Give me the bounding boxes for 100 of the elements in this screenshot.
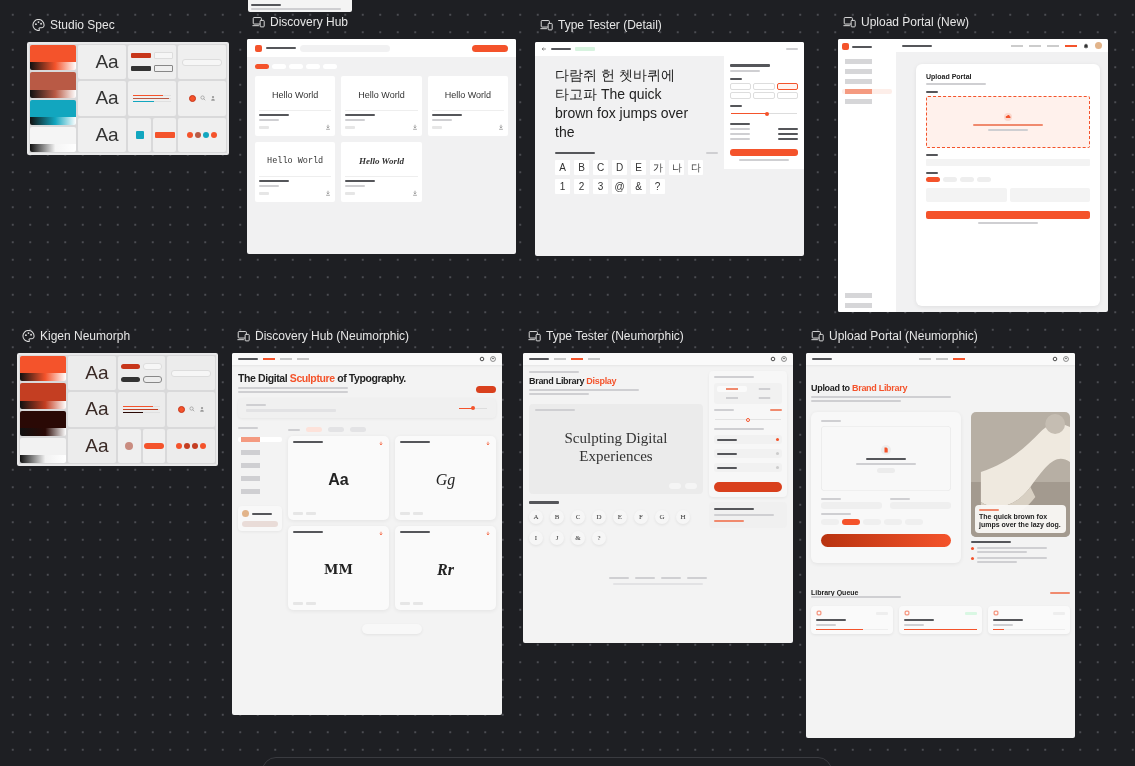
frame-title[interactable]: Upload Portal (New) [861, 15, 970, 29]
add-button[interactable] [472, 44, 508, 52]
tester-canvas[interactable]: Sculpting Digital Experiences [529, 404, 703, 494]
upload-button[interactable] [242, 521, 278, 527]
download-button[interactable] [714, 482, 782, 492]
font-card[interactable]: Hello World [255, 76, 336, 136]
user-icon[interactable] [781, 356, 787, 362]
download-icon[interactable] [378, 531, 384, 537]
circle-icon[interactable] [192, 442, 199, 449]
frame-title[interactable]: Type Tester (Neumorphic) [546, 329, 684, 343]
complete-upload-button[interactable] [821, 534, 951, 547]
footer-link[interactable] [635, 577, 655, 579]
download-icon[interactable] [411, 124, 418, 130]
user-icon[interactable] [209, 95, 216, 102]
frame-title[interactable]: Type Tester (Detail) [558, 18, 662, 32]
footer-link[interactable] [687, 577, 707, 579]
design-frame[interactable]: Hello World Hello World Hello World Hello World Hello World [247, 39, 516, 254]
glyph-tile[interactable]: 가 [650, 160, 665, 175]
toggle-dot[interactable] [776, 466, 779, 469]
frame-title[interactable]: Kigen Neumorph [40, 329, 131, 343]
drop-zone[interactable] [926, 96, 1090, 148]
user-icon[interactable] [1063, 356, 1069, 362]
glyph-tile[interactable]: 1 [555, 179, 570, 194]
font-card[interactable]: Rr [395, 526, 496, 610]
font-card[interactable]: Hello World [427, 76, 508, 136]
view-all-link[interactable] [1050, 591, 1070, 594]
sample-button[interactable] [131, 53, 151, 59]
sidebar-item[interactable] [842, 89, 892, 94]
circle-icon[interactable] [176, 442, 183, 449]
settings-icon[interactable] [770, 356, 776, 362]
toggle-dot[interactable] [776, 452, 779, 455]
sample-button[interactable] [120, 377, 140, 382]
circle-icon[interactable] [200, 442, 207, 449]
user-icon[interactable] [198, 406, 205, 413]
download-icon[interactable] [325, 190, 332, 196]
edit-button[interactable] [143, 442, 164, 449]
sort-option[interactable] [306, 427, 322, 432]
queue-card[interactable] [811, 606, 894, 634]
search-field[interactable] [171, 369, 212, 377]
glyph-tile[interactable]: & [631, 179, 646, 194]
avatar[interactable] [1095, 42, 1102, 49]
circle-icon[interactable] [187, 131, 193, 138]
design-frame[interactable]: The Digital Sculpture of Typography. Aa Gg MM Rr [232, 353, 502, 715]
download-icon[interactable] [498, 124, 504, 130]
glyph-tile[interactable]: 나 [669, 160, 684, 175]
feature-toggle[interactable] [714, 435, 782, 444]
edit-icon[interactable] [125, 441, 134, 450]
glyph-tile[interactable]: 다 [688, 160, 703, 175]
circle-icon[interactable] [203, 131, 209, 138]
font-card[interactable]: MM [288, 526, 389, 610]
record-icon[interactable] [188, 95, 196, 102]
footer-link[interactable] [609, 577, 629, 579]
category-item[interactable] [238, 437, 282, 442]
settings-icon[interactable] [479, 356, 485, 362]
glyph-tile[interactable]: B [574, 160, 589, 175]
weight-option[interactable] [717, 386, 747, 392]
nav-tab[interactable] [1011, 44, 1023, 47]
frame-title[interactable]: Studio Spec [50, 18, 115, 32]
settings-icon[interactable] [1052, 356, 1058, 362]
slider-thumb[interactable] [746, 417, 750, 422]
font-card[interactable]: Gg [395, 436, 496, 520]
design-frame[interactable]: Aa Aa Aa [17, 353, 218, 466]
feature-toggle[interactable] [714, 449, 782, 458]
font-card[interactable]: Hello World [255, 142, 336, 202]
frame-title[interactable]: Discovery Hub [270, 15, 349, 29]
glyph-tile[interactable]: ? [650, 179, 665, 194]
edit-button[interactable] [154, 131, 175, 138]
feature-toggle[interactable] [714, 463, 782, 472]
queue-card[interactable] [899, 606, 982, 634]
filter-chip[interactable] [255, 64, 269, 69]
search-icon[interactable] [199, 95, 206, 102]
slider-thumb[interactable] [765, 111, 770, 116]
toggle-dot[interactable] [776, 438, 779, 441]
circle-icon[interactable] [211, 131, 217, 138]
design-frame[interactable]: 다람쥐 헌 쳇바퀴에 타고파 The quick brown fox jumps over the A B C D E 가 나 다 1 2 3 @ & ? [535, 42, 804, 256]
explore-button[interactable] [476, 386, 496, 393]
user-icon[interactable] [490, 356, 496, 362]
glyph-tile[interactable]: 2 [574, 179, 589, 194]
edit-icon[interactable] [135, 130, 144, 139]
permission-chip[interactable] [842, 519, 860, 525]
tag-chip[interactable] [926, 177, 940, 182]
glyph-tile[interactable]: D [612, 160, 627, 175]
search-icon[interactable] [188, 406, 195, 413]
nav-tab[interactable] [1065, 44, 1077, 47]
footer-link[interactable] [661, 577, 681, 579]
glyph-tile[interactable]: @ [612, 179, 627, 194]
download-icon[interactable] [325, 124, 332, 130]
glyph-tile[interactable]: 3 [593, 179, 608, 194]
slider-thumb[interactable] [471, 406, 475, 410]
glyph-tile[interactable]: C [593, 160, 608, 175]
sample-button[interactable] [120, 364, 140, 370]
font-card[interactable]: Hello World [341, 142, 422, 202]
weight-option[interactable] [776, 83, 798, 90]
frame-title[interactable]: Discovery Hub (Neumorphic) [255, 329, 410, 343]
font-card[interactable]: Aa [288, 436, 389, 520]
publish-button[interactable] [926, 211, 1090, 219]
frame-title[interactable]: Upload Portal (Neumorphic) [829, 329, 978, 343]
font-card[interactable]: Hello World [341, 76, 422, 136]
download-button[interactable] [730, 149, 798, 156]
record-icon[interactable] [177, 406, 185, 413]
